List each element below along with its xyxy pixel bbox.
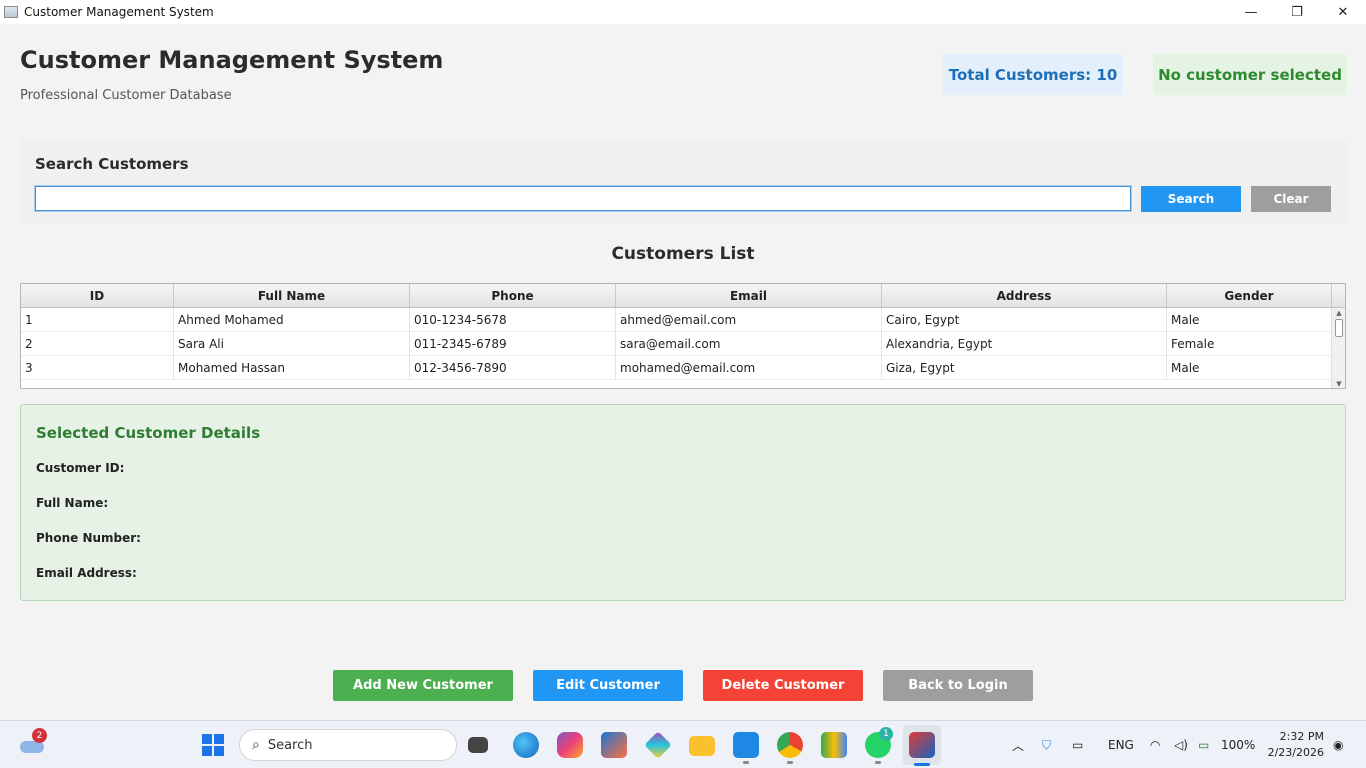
start-button[interactable] bbox=[202, 734, 224, 756]
window-title: Customer Management System bbox=[24, 5, 214, 19]
taskbar: 2 ⌕ Search 1 ︿ ⛉ ▭ ENG ◠ ◁) ▭ 100% 2:32 … bbox=[0, 720, 1366, 768]
column-header-phone[interactable]: Phone bbox=[410, 284, 616, 307]
store-icon[interactable] bbox=[601, 732, 627, 758]
cell-email: sara@email.com bbox=[616, 332, 882, 355]
cell-id: 3 bbox=[21, 356, 174, 379]
cell-id: 2 bbox=[21, 332, 174, 355]
cell-id: 1 bbox=[21, 308, 174, 331]
wifi-icon[interactable]: ◠ bbox=[1150, 721, 1160, 768]
cell-gender: Male bbox=[1167, 308, 1332, 331]
clock-date: 2/23/2026 bbox=[1267, 746, 1324, 759]
page-title: Customer Management System bbox=[20, 46, 444, 74]
selection-status-badge: No customer selected bbox=[1153, 54, 1347, 95]
customers-table[interactable]: ID Full Name Phone Email Address Gender … bbox=[20, 283, 1346, 389]
chrome-icon[interactable] bbox=[777, 732, 803, 758]
back-to-login-button[interactable]: Back to Login bbox=[883, 670, 1033, 701]
copilot-icon[interactable] bbox=[557, 732, 583, 758]
weather-widget[interactable]: 2 bbox=[20, 728, 47, 753]
battery-percent: 100% bbox=[1221, 738, 1256, 752]
cell-full-name: Ahmed Mohamed bbox=[174, 308, 410, 331]
whatsapp-badge: 1 bbox=[879, 727, 893, 741]
cell-email: ahmed@email.com bbox=[616, 308, 882, 331]
cell-address: Alexandria, Egypt bbox=[882, 332, 1167, 355]
detail-label-phone: Phone Number: bbox=[36, 531, 141, 545]
keyboard-icon[interactable]: ▭ bbox=[1072, 721, 1083, 768]
table-row[interactable]: 1 Ahmed Mohamed 010-1234-5678 ahmed@emai… bbox=[21, 308, 1345, 332]
security-shield-icon[interactable]: ⛉ bbox=[1042, 721, 1051, 768]
battery-icon[interactable]: ▭ bbox=[1198, 721, 1209, 768]
cell-phone: 012-3456-7890 bbox=[410, 356, 616, 379]
delete-customer-button[interactable]: Delete Customer bbox=[703, 670, 863, 701]
table-scrollbar[interactable]: ▲ ▼ bbox=[1331, 308, 1345, 388]
clear-button[interactable]: Clear bbox=[1251, 186, 1331, 212]
detail-label-full-name: Full Name: bbox=[36, 496, 109, 510]
cell-address: Giza, Egypt bbox=[882, 356, 1167, 379]
windows-logo-icon bbox=[202, 734, 212, 744]
total-customers-badge: Total Customers: 10 bbox=[943, 54, 1123, 95]
details-title: Selected Customer Details bbox=[36, 424, 261, 442]
clock-time: 2:32 PM bbox=[1279, 730, 1324, 743]
maximize-icon[interactable]: ❐ bbox=[1274, 0, 1320, 24]
page-subtitle: Professional Customer Database bbox=[20, 88, 232, 103]
cell-gender: Female bbox=[1167, 332, 1332, 355]
cell-gender: Male bbox=[1167, 356, 1332, 379]
weather-badge: 2 bbox=[32, 728, 47, 743]
java-icon bbox=[909, 732, 935, 758]
selected-customer-details: Selected Customer Details Customer ID: F… bbox=[20, 404, 1346, 601]
table-row[interactable]: 3 Mohamed Hassan 012-3456-7890 mohamed@e… bbox=[21, 356, 1345, 380]
detail-label-customer-id: Customer ID: bbox=[36, 461, 125, 475]
file-explorer-icon[interactable] bbox=[689, 736, 715, 756]
photos-icon[interactable] bbox=[644, 731, 672, 759]
active-app-indicator bbox=[914, 763, 930, 766]
scroll-down-icon[interactable]: ▼ bbox=[1332, 379, 1345, 388]
google-meet-icon[interactable] bbox=[821, 732, 847, 758]
detail-label-email: Email Address: bbox=[36, 566, 137, 580]
cell-email: mohamed@email.com bbox=[616, 356, 882, 379]
close-icon[interactable]: ✕ bbox=[1320, 0, 1366, 24]
customers-list-title: Customers List bbox=[611, 244, 755, 264]
window-titlebar: Customer Management System — ❐ ✕ bbox=[0, 0, 1366, 24]
search-input[interactable] bbox=[35, 186, 1131, 211]
cell-full-name: Mohamed Hassan bbox=[174, 356, 410, 379]
task-view-icon[interactable] bbox=[468, 737, 488, 753]
language-indicator[interactable]: ENG bbox=[1108, 721, 1134, 768]
vscode-icon[interactable] bbox=[733, 732, 759, 758]
search-icon: ⌕ bbox=[252, 737, 260, 753]
search-panel: Search Customers Search Clear bbox=[20, 138, 1346, 224]
cell-phone: 011-2345-6789 bbox=[410, 332, 616, 355]
column-header-full-name[interactable]: Full Name bbox=[174, 284, 410, 307]
scrollbar-thumb[interactable] bbox=[1335, 319, 1343, 337]
clock[interactable]: 2:32 PM 2/23/2026 bbox=[1268, 729, 1324, 761]
edge-browser-icon[interactable] bbox=[513, 732, 539, 758]
notifications-icon[interactable]: ◉ bbox=[1333, 721, 1343, 768]
edit-customer-button[interactable]: Edit Customer bbox=[533, 670, 683, 701]
taskbar-search[interactable]: ⌕ Search bbox=[239, 729, 457, 761]
volume-icon[interactable]: ◁) bbox=[1174, 721, 1188, 768]
cell-address: Cairo, Egypt bbox=[882, 308, 1167, 331]
taskbar-search-label: Search bbox=[267, 737, 313, 753]
table-header: ID Full Name Phone Email Address Gender bbox=[21, 284, 1345, 308]
minimize-icon[interactable]: — bbox=[1228, 0, 1274, 24]
column-header-gender[interactable]: Gender bbox=[1167, 284, 1332, 307]
column-header-id[interactable]: ID bbox=[21, 284, 174, 307]
scroll-up-icon[interactable]: ▲ bbox=[1332, 308, 1345, 318]
add-customer-button[interactable]: Add New Customer bbox=[333, 670, 513, 701]
search-button[interactable]: Search bbox=[1141, 186, 1241, 212]
cell-phone: 010-1234-5678 bbox=[410, 308, 616, 331]
window-controls: — ❐ ✕ bbox=[1228, 0, 1366, 24]
cell-full-name: Sara Ali bbox=[174, 332, 410, 355]
column-header-email[interactable]: Email bbox=[616, 284, 882, 307]
table-row[interactable]: 2 Sara Ali 011-2345-6789 sara@email.com … bbox=[21, 332, 1345, 356]
app-icon bbox=[4, 6, 18, 18]
search-label: Search Customers bbox=[35, 155, 189, 173]
column-header-address[interactable]: Address bbox=[882, 284, 1167, 307]
show-hidden-icons[interactable]: ︿ bbox=[1012, 721, 1024, 768]
